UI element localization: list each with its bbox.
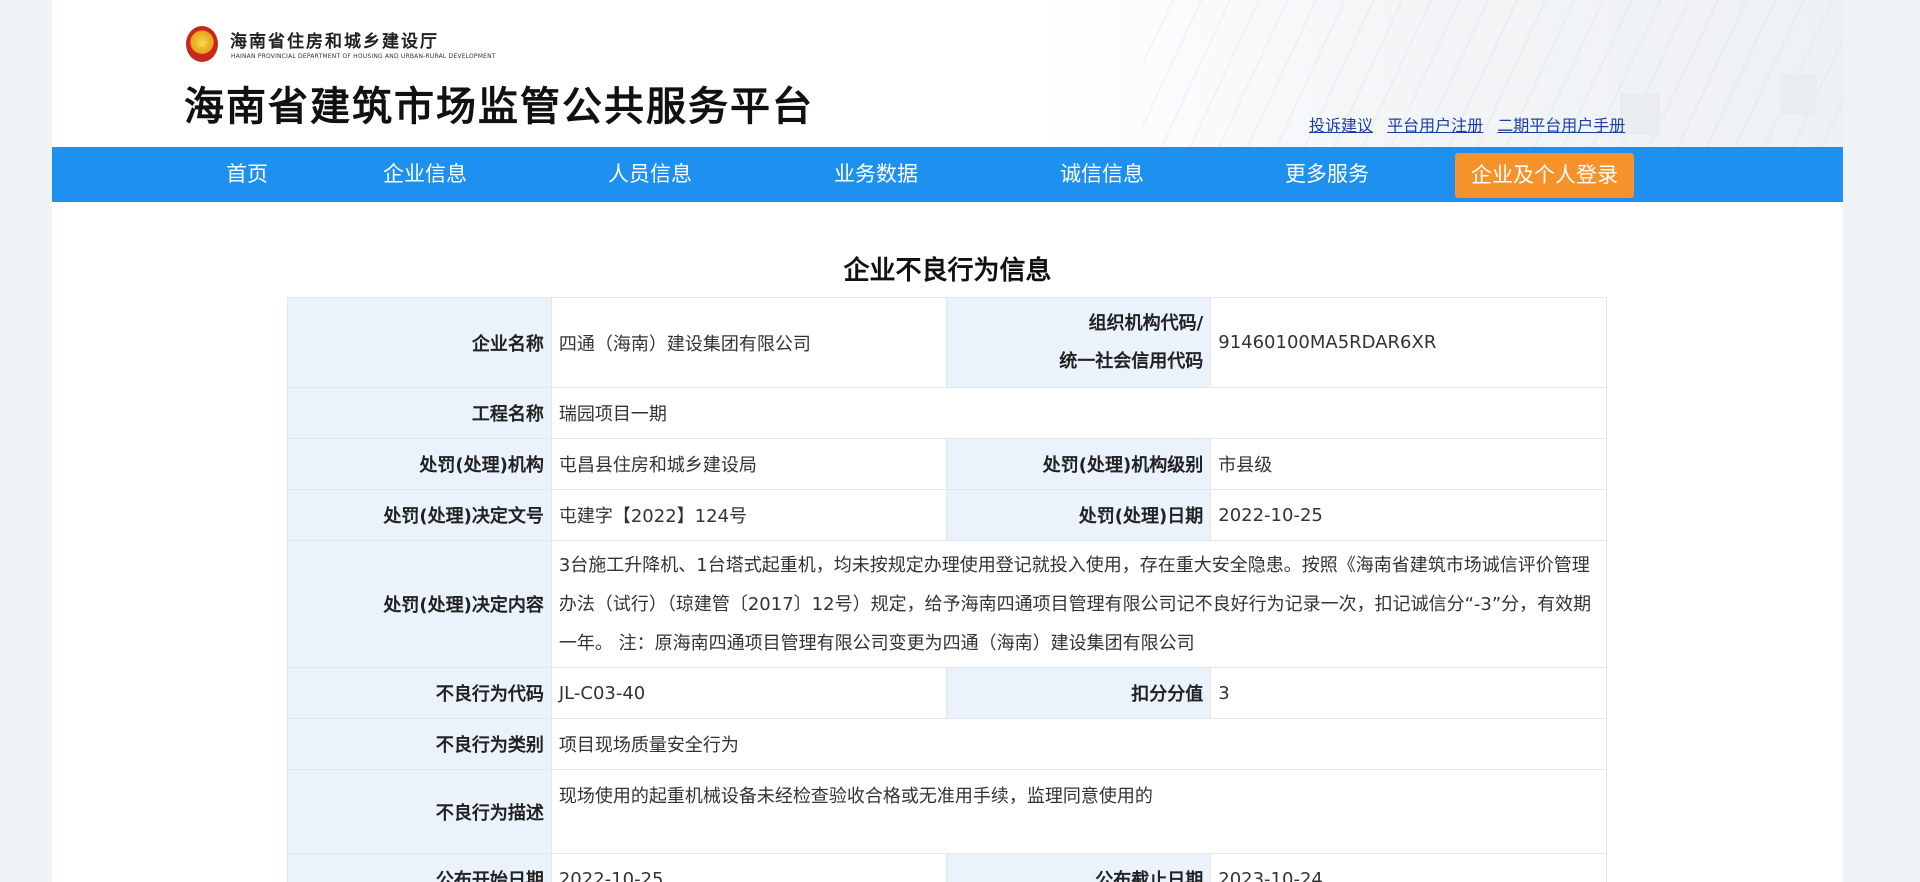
publish-start-label: 公布开始日期 bbox=[287, 853, 552, 882]
project-name-value: 瑞园项目一期 bbox=[550, 387, 1608, 439]
decision-no-value: 屯建字【2022】124号 bbox=[550, 489, 948, 541]
authority-label: 处罚(处理)机构 bbox=[287, 438, 552, 490]
table-row: 不良行为类别 项目现场质量安全行为 bbox=[287, 718, 1608, 770]
behavior-code-label: 不良行为代码 bbox=[287, 667, 552, 719]
page: ★ 海南省住房和城乡建设厅 HAINAN PROVINCIAL DEPARTME… bbox=[52, 0, 1843, 882]
behavior-desc-label: 不良行为描述 bbox=[287, 769, 552, 854]
org-code-label-line1: 组织机构代码/ bbox=[1088, 312, 1204, 334]
decision-date-value: 2022-10-25 bbox=[1210, 489, 1607, 541]
publish-end-label: 公布截止日期 bbox=[946, 853, 1212, 882]
behavior-code-value: JL-C03-40 bbox=[550, 667, 948, 719]
register-link[interactable]: 平台用户注册 bbox=[1387, 116, 1483, 135]
main-nav: 首页 企业信息 人员信息 业务数据 诚信信息 更多服务 企业及个人登录 bbox=[52, 147, 1843, 202]
project-name-label: 工程名称 bbox=[287, 387, 552, 439]
national-emblem-icon: ★ bbox=[186, 26, 218, 62]
decision-date-label: 处罚(处理)日期 bbox=[946, 489, 1212, 541]
nav-item-personnel[interactable]: 人员信息 bbox=[595, 147, 705, 202]
behavior-desc-value: 现场使用的起重机械设备未经检查验收合格或无准用手续，监理同意使用的 bbox=[550, 769, 1608, 854]
behavior-type-label: 不良行为类别 bbox=[287, 718, 552, 770]
publish-start-value: 2022-10-25 bbox=[550, 853, 948, 882]
table-row: 工程名称 瑞园项目一期 bbox=[287, 387, 1608, 439]
org-code-label: 组织机构代码/ 统一社会信用代码 bbox=[946, 297, 1212, 388]
decision-no-label: 处罚(处理)决定文号 bbox=[287, 489, 552, 541]
table-row: 企业名称 四通（海南）建设集团有限公司 组织机构代码/ 统一社会信用代码 914… bbox=[287, 297, 1607, 388]
nav-item-home[interactable]: 首页 bbox=[192, 147, 302, 202]
login-button[interactable]: 企业及个人登录 bbox=[1455, 153, 1634, 198]
nav-item-more-services[interactable]: 更多服务 bbox=[1272, 147, 1382, 202]
decision-content-label: 处罚(处理)决定内容 bbox=[287, 540, 552, 668]
table-row: 处罚(处理)决定文号 屯建字【2022】124号 处罚(处理)日期 2022-1… bbox=[287, 489, 1607, 541]
decision-content-value: 3台施工升降机、1台塔式起重机，均未按规定办理使用登记就投入使用，存在重大安全隐… bbox=[550, 540, 1608, 668]
deduction-value: 3 bbox=[1210, 667, 1607, 719]
top-links: 投诉建议 平台用户注册 二期平台用户手册 bbox=[1309, 112, 1634, 136]
authority-level-label: 处罚(处理)机构级别 bbox=[946, 438, 1212, 490]
publish-end-value: 2023-10-24 bbox=[1210, 853, 1607, 882]
table-row: 处罚(处理)机构 屯昌县住房和城乡建设局 处罚(处理)机构级别 市县级 bbox=[287, 438, 1607, 490]
enterprise-name-label: 企业名称 bbox=[287, 297, 552, 388]
authority-value: 屯昌县住房和城乡建设局 bbox=[550, 438, 948, 490]
department-name-en: HAINAN PROVINCIAL DEPARTMENT OF HOUSING … bbox=[231, 53, 496, 60]
department-name: 海南省住房和城乡建设厅 bbox=[230, 32, 439, 52]
manual-link[interactable]: 二期平台用户手册 bbox=[1497, 116, 1625, 135]
table-row: 处罚(处理)决定内容 3台施工升降机、1台塔式起重机，均未按规定办理使用登记就投… bbox=[287, 540, 1608, 668]
detail-table: 企业名称 四通（海南）建设集团有限公司 组织机构代码/ 统一社会信用代码 914… bbox=[287, 297, 1608, 882]
behavior-type-value: 项目现场质量安全行为 bbox=[550, 718, 1608, 770]
table-row: 不良行为代码 JL-C03-40 扣分分值 3 bbox=[287, 667, 1607, 719]
site-title: 海南省建筑市场监管公共服务平台 bbox=[184, 84, 814, 130]
header-decoration-block bbox=[1781, 74, 1817, 114]
table-row: 不良行为描述 现场使用的起重机械设备未经检查验收合格或无准用手续，监理同意使用的 bbox=[287, 769, 1608, 854]
nav-item-enterprise[interactable]: 企业信息 bbox=[370, 147, 480, 202]
org-code-value: 91460100MA5RDAR6XR bbox=[1210, 297, 1607, 388]
nav-item-business-data[interactable]: 业务数据 bbox=[821, 147, 931, 202]
org-code-label-line2: 统一社会信用代码 bbox=[1059, 350, 1204, 372]
enterprise-name-value: 四通（海南）建设集团有限公司 bbox=[550, 297, 948, 388]
deduction-label: 扣分分值 bbox=[946, 667, 1212, 719]
authority-level-value: 市县级 bbox=[1210, 438, 1607, 490]
table-row: 公布开始日期 2022-10-25 公布截止日期 2023-10-24 bbox=[287, 853, 1607, 882]
site-header: ★ 海南省住房和城乡建设厅 HAINAN PROVINCIAL DEPARTME… bbox=[52, 0, 1843, 147]
complaint-link[interactable]: 投诉建议 bbox=[1309, 116, 1373, 135]
page-title: 企业不良行为信息 bbox=[843, 256, 1052, 286]
nav-item-credit[interactable]: 诚信信息 bbox=[1047, 147, 1157, 202]
